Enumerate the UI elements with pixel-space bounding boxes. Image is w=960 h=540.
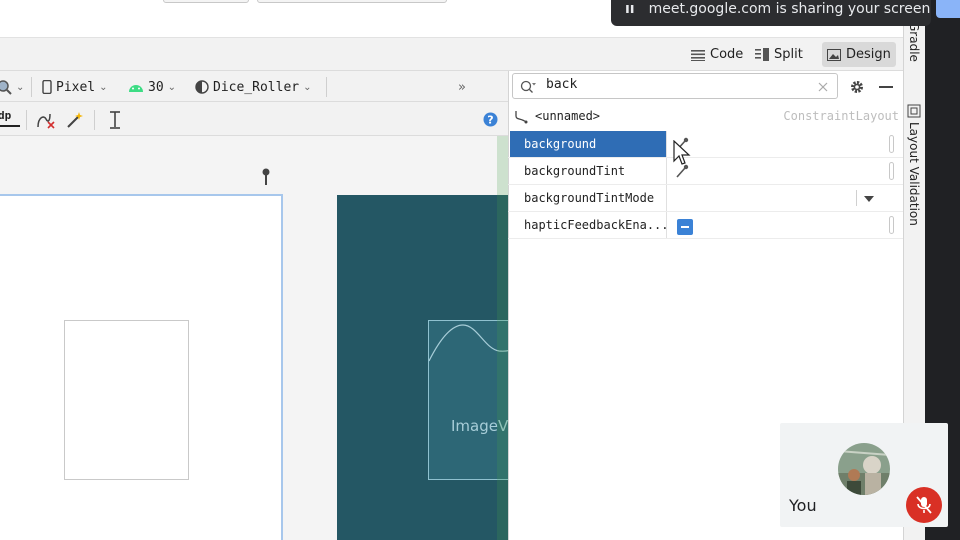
overflow-button[interactable]: » (458, 77, 466, 97)
baseline-icon[interactable] (107, 110, 123, 130)
layout-validation-icon (907, 104, 921, 118)
screen: Code Split Design ⌄ Pixel ⌄ 30 ⌄ Dice_Ro… (0, 0, 960, 540)
gear-icon[interactable] (849, 79, 865, 95)
divider (326, 77, 327, 97)
search-icon (520, 80, 536, 93)
column-divider (666, 212, 667, 238)
mic-off-icon (916, 496, 932, 514)
default-margin-button[interactable]: dp (0, 109, 20, 127)
mic-off-button[interactable] (906, 487, 942, 523)
device-name: Pixel (56, 79, 96, 95)
screen-share-banner: ıı meet.google.com is sharing your scree… (611, 0, 931, 26)
code-view-icon (691, 49, 705, 61)
phone-icon (42, 80, 52, 94)
code-view-label: Code (710, 47, 744, 62)
view-mode-bar: Code Split Design (0, 38, 903, 71)
design-view-button[interactable]: Design (822, 42, 896, 67)
avatar (838, 443, 890, 495)
attribute-row-haptic-feedback[interactable]: hapticFeedbackEna... (508, 212, 903, 239)
attribute-name: backgroundTint (524, 164, 626, 178)
attribute-search-field[interactable]: back (512, 73, 838, 99)
dropdown-divider (856, 190, 857, 206)
dropdown-arrow-icon[interactable] (864, 196, 874, 202)
checkbox-dash (681, 226, 689, 228)
magnifier-icon (0, 80, 12, 95)
component-header: <unnamed> ConstraintLayout (508, 104, 903, 130)
pause-icon: ıı (625, 1, 635, 17)
split-view-button[interactable]: Split (750, 42, 808, 67)
theme-selector[interactable]: Dice_Roller ⌄ (195, 77, 311, 97)
constraint-layout-icon (515, 111, 528, 124)
resource-picker-handle[interactable] (889, 162, 894, 180)
chevron-down-icon: ⌄ (167, 81, 177, 93)
code-view-button[interactable]: Code (686, 42, 748, 67)
help-icon[interactable]: ? (483, 112, 498, 127)
attribute-row-background[interactable]: background (508, 131, 903, 158)
svg-text:?: ? (487, 114, 493, 127)
indeterminate-checkbox[interactable] (677, 219, 693, 235)
canvas-edge-highlight (497, 136, 508, 540)
editor-tab[interactable] (163, 0, 249, 3)
component-name: <unnamed> (535, 109, 601, 123)
screen-share-message: meet.google.com is sharing your screen. (648, 1, 931, 17)
clear-search-icon[interactable] (818, 82, 828, 92)
resource-picker-handle[interactable] (889, 135, 894, 153)
chevron-down-icon: ⌄ (99, 81, 108, 93)
resource-picker-handle[interactable] (889, 216, 894, 234)
editor-toolbar: ⌄ Pixel ⌄ 30 ⌄ Dice_Roller ⌄ » (0, 71, 508, 164)
image-view-placeholder[interactable] (64, 320, 189, 480)
design-view-icon (827, 48, 841, 61)
stop-sharing-button[interactable] (936, 0, 960, 18)
layout-validation-label: Layout Validation (907, 122, 921, 226)
chevron-down-icon: ⌄ (303, 81, 312, 93)
divider (94, 110, 95, 130)
pin-icon[interactable] (260, 168, 272, 186)
attribute-row-background-tint-mode[interactable]: backgroundTintMode (508, 185, 903, 212)
attribute-name: backgroundTintMode (524, 191, 655, 205)
column-divider (666, 131, 667, 157)
android-icon (129, 84, 143, 92)
theme-name: Dice_Roller (213, 79, 300, 95)
clear-constraints-icon[interactable] (35, 111, 55, 129)
divider (31, 77, 32, 97)
split-view-icon (755, 48, 769, 61)
avatar-photo-icon (838, 443, 890, 495)
api-level: 30 (148, 79, 164, 95)
column-divider (666, 158, 667, 184)
layout-validation-tab[interactable]: Layout Validation (907, 104, 921, 226)
minimize-icon[interactable] (879, 86, 893, 88)
design-view-label: Design (846, 47, 891, 62)
attribute-row-background-tint[interactable]: backgroundTint (508, 158, 903, 185)
zoom-button[interactable]: ⌄ (0, 77, 24, 97)
editor-tab[interactable] (257, 0, 447, 3)
divider (26, 110, 27, 130)
device-selector[interactable]: Pixel ⌄ (42, 77, 108, 97)
design-toolbar: dp ? (0, 102, 508, 136)
color-picker-icon[interactable] (675, 163, 689, 179)
api-level-selector[interactable]: 30 ⌄ (128, 77, 176, 97)
attribute-search-value: back (546, 77, 578, 92)
attribute-name: background (510, 131, 666, 157)
gradle-tab-label: Gradle (907, 22, 921, 62)
theme-icon (195, 80, 209, 94)
split-view-label: Split (774, 47, 803, 62)
component-type: ConstraintLayout (783, 109, 899, 123)
column-divider (666, 185, 667, 211)
attribute-name: hapticFeedbackEna... (524, 218, 669, 232)
magic-wand-icon[interactable] (66, 111, 84, 129)
chevron-down-icon: ⌄ (16, 81, 25, 93)
self-name-label: You (789, 496, 817, 515)
